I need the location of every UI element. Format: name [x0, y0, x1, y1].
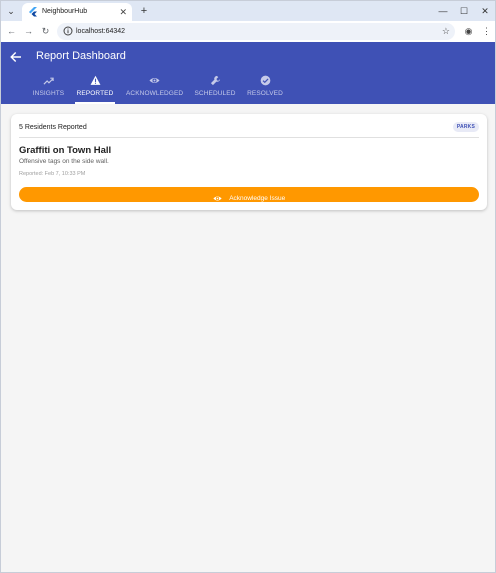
back-nav-icon[interactable]: ← — [5, 25, 18, 38]
flutter-favicon-icon — [29, 7, 37, 17]
report-card: 5 Residents Reported PARKS Graffiti on T… — [11, 114, 487, 210]
warning-icon — [90, 75, 100, 85]
tab-resolved-label: RESOLVED — [247, 90, 283, 97]
browser-tab[interactable]: NeighbourHub ✕ — [22, 3, 132, 21]
category-badge: PARKS — [452, 122, 479, 132]
minimize-icon[interactable]: — — [436, 4, 450, 18]
tab-close-icon[interactable]: ✕ — [119, 6, 127, 18]
card-divider — [19, 137, 479, 138]
tab-scheduled[interactable]: SCHEDULED — [194, 74, 236, 104]
acknowledge-button-content: Acknowledge Issue — [213, 190, 285, 208]
eye-icon — [213, 196, 222, 201]
window-close-icon[interactable]: ✕ — [478, 4, 492, 18]
tab-reported-label: REPORTED — [76, 90, 114, 97]
issue-description: Offensive tags on the side wall. — [19, 158, 109, 165]
maximize-icon[interactable]: ☐ — [457, 4, 471, 18]
page-title: Report Dashboard — [36, 50, 126, 62]
tab-insights-label: INSIGHTS — [32, 90, 65, 97]
browser-toolbar: ← → ↻ localhost:64342 ☆ ◉ ⋮ — [1, 21, 495, 42]
eye-icon — [148, 77, 160, 84]
tab-strip: ⌄ NeighbourHub ✕ + — ☐ ✕ — [1, 1, 495, 21]
app-header: Report Dashboard INSIGHTS REPORTED ACKNO… — [1, 42, 495, 104]
bookmark-star-icon[interactable]: ☆ — [442, 25, 450, 37]
wrench-icon — [210, 75, 220, 86]
forward-nav-icon[interactable]: → — [22, 25, 35, 38]
tab-reported[interactable]: REPORTED — [75, 74, 115, 104]
browser-window: ⌄ NeighbourHub ✕ + — ☐ ✕ ← → ↻ localhost… — [0, 0, 496, 573]
tab-resolved[interactable]: RESOLVED — [247, 74, 283, 104]
acknowledge-button-label: Acknowledge Issue — [229, 195, 286, 203]
tab-scheduled-label: SCHEDULED — [194, 90, 236, 97]
acknowledge-issue-button[interactable]: Acknowledge Issue — [19, 187, 479, 202]
trending-icon — [43, 77, 54, 85]
tab-title: NeighbourHub — [42, 8, 88, 15]
new-tab-button[interactable]: + — [137, 4, 151, 18]
active-tab-indicator — [75, 102, 115, 104]
tab-insights[interactable]: INSIGHTS — [28, 74, 69, 104]
reload-icon[interactable]: ↻ — [39, 25, 52, 38]
reported-timestamp: Reported: Feb 7, 10:33 PM — [19, 171, 86, 177]
tab-search-dropdown[interactable]: ⌄ — [4, 4, 18, 18]
tab-acknowledged-label: ACKNOWLEDGED — [126, 90, 184, 97]
check-circle-icon — [260, 75, 270, 86]
tab-acknowledged[interactable]: ACKNOWLEDGED — [126, 74, 184, 104]
profile-icon[interactable]: ◉ — [462, 25, 475, 38]
browser-menu-icon[interactable]: ⋮ — [480, 25, 493, 38]
back-arrow-icon[interactable] — [9, 50, 23, 64]
address-bar[interactable]: localhost:64342 ☆ — [57, 23, 455, 40]
url-text: localhost:64342 — [76, 28, 126, 35]
issue-title: Graffiti on Town Hall — [19, 145, 112, 156]
residents-count: 5 Residents Reported — [19, 124, 87, 131]
site-info-icon[interactable] — [63, 26, 73, 36]
